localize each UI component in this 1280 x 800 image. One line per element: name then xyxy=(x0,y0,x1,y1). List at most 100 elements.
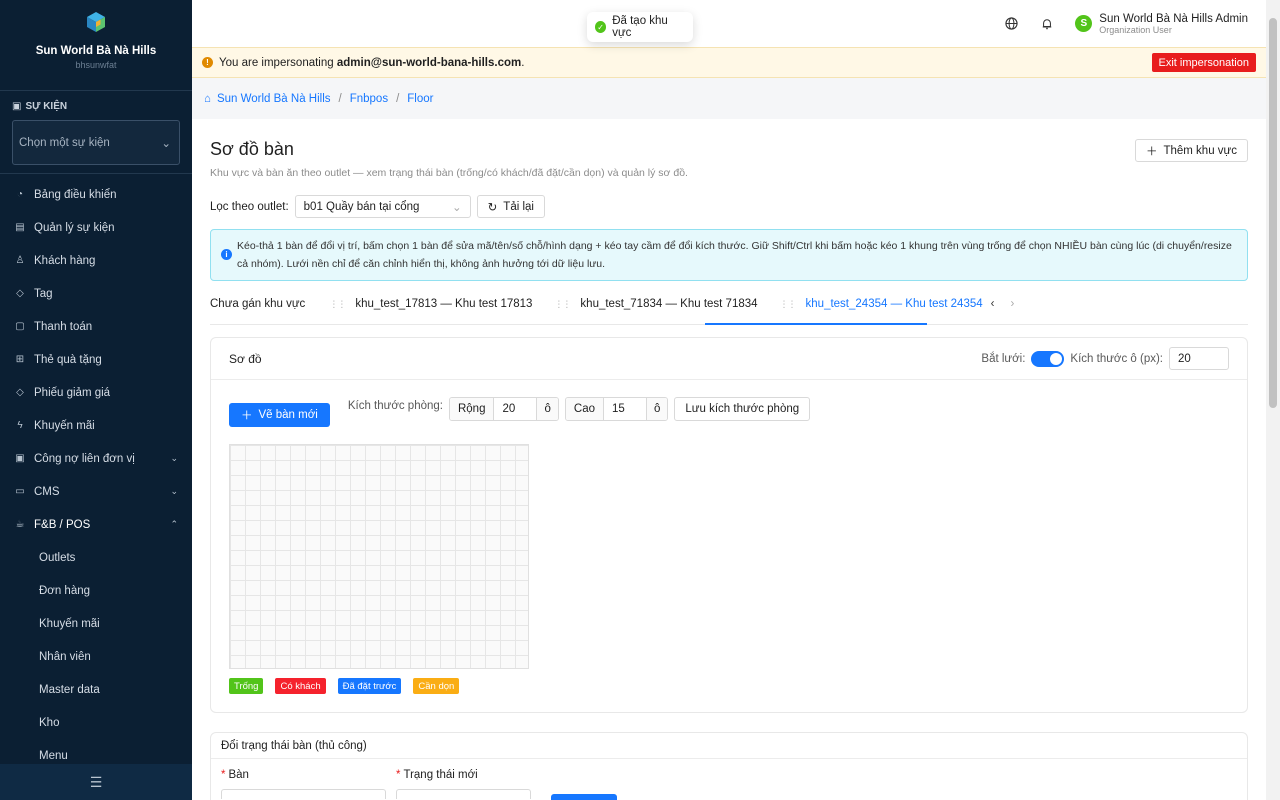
home-icon[interactable]: ⌂ xyxy=(204,93,211,105)
main-area: S Sun World Bà Nà Hills Admin Organizati… xyxy=(192,0,1266,800)
sidebar-item-debts[interactable]: ▣ Công nợ liên đơn vị ⌄ xyxy=(0,442,192,475)
status-legend: Trống Có khách Đã đặt trước Cần dọn xyxy=(229,678,460,694)
chevron-down-icon: ⌄ xyxy=(161,137,171,150)
info-icon: i xyxy=(221,249,232,260)
scrollbar-thumb[interactable] xyxy=(1269,18,1277,408)
tab-unassigned[interactable]: Chưa gán khu vực xyxy=(210,295,305,310)
user-name: Sun World Bà Nà Hills Admin xyxy=(1099,12,1248,25)
sidebar-item-label: Bảng điều khiển xyxy=(34,188,117,201)
diagram-settings: Bắt lưới: Kích thước ô (px): 20 xyxy=(981,347,1229,370)
table-select[interactable] xyxy=(221,789,386,799)
tab-khu-test-71834[interactable]: ⋮⋮ khu_test_71834 — Khu test 71834 xyxy=(554,295,757,310)
chevron-down-icon: ⌄ xyxy=(170,486,178,496)
table-field: * Bàn xyxy=(221,769,396,800)
drag-handle-icon[interactable]: ⋮⋮ xyxy=(780,299,797,310)
sidebar-item-promotions[interactable]: ϟ Khuyến mãi xyxy=(0,409,192,442)
exit-impersonation-button[interactable]: Exit impersonation xyxy=(1151,53,1256,72)
sidebar-nav: ◔ Bảng điều khiển ▤ Quản lý sự kiện ♙ Khách… xyxy=(0,174,192,772)
sidebar-item-dashboard[interactable]: ◔ Bảng điều khiển xyxy=(0,178,192,211)
breadcrumb-separator: / xyxy=(396,92,400,105)
room-width-input[interactable]: Rộng 20 ô xyxy=(448,397,559,421)
chevron-right-icon[interactable]: › xyxy=(1010,298,1014,310)
legend-cleaning: Cần dọn xyxy=(413,678,460,694)
sidebar-item-customers[interactable]: ♙ Khách hàng xyxy=(0,244,192,277)
draw-table-button[interactable]: ＋ Vẽ bàn mới xyxy=(229,403,330,427)
sidebar-item-events[interactable]: ▤ Quản lý sự kiện xyxy=(0,211,192,244)
sidebar-subitem-orders[interactable]: Đơn hàng xyxy=(0,574,192,607)
drag-handle-icon[interactable]: ⋮⋮ xyxy=(329,299,346,310)
brand-logo-icon xyxy=(87,12,105,32)
drag-handle-icon[interactable]: ⋮⋮ xyxy=(554,299,571,310)
success-toast: ✓ Đã tạo khu vực xyxy=(587,12,693,42)
tab-label: Chưa gán khu vực xyxy=(210,298,306,310)
page-subtitle: Khu vực và bàn ăn theo outlet — xem trạn… xyxy=(210,167,688,179)
status-form-row: * Bàn * Trạng thái mới xyxy=(211,759,1247,800)
status-form-title: Đổi trạng thái bàn (thủ công) xyxy=(211,733,1247,759)
cell-size-label: Kích thước ô (px): xyxy=(1070,352,1163,365)
chevron-left-icon[interactable]: ‹ xyxy=(991,298,995,310)
status-select[interactable] xyxy=(396,789,531,799)
sidebar-item-fnb-pos[interactable]: ☕ F&B / POS ⌃ xyxy=(0,508,192,541)
sidebar-subitem-staff[interactable]: Nhân viên xyxy=(0,640,192,673)
required-mark: * xyxy=(221,769,226,781)
diagram-card: Sơ đồ Bắt lưới: Kích thước ô (px): 20 ＋ … xyxy=(210,337,1248,713)
tag-icon: ◇ xyxy=(16,288,24,299)
avatar: S xyxy=(1075,15,1093,32)
draw-table-label: Vẽ bàn mới xyxy=(258,409,318,421)
status-form-card: Đổi trạng thái bàn (thủ công) * Bàn * Trạn… xyxy=(210,732,1248,800)
add-area-button[interactable]: ＋ Thêm khu vực xyxy=(1134,139,1248,162)
outlet-select[interactable]: b01 Quầy bán tại cổng ⌄ xyxy=(294,195,471,218)
users-icon: ♙ xyxy=(15,255,25,266)
chevron-down-icon: ⌄ xyxy=(452,201,462,214)
chevron-up-icon: ⌃ xyxy=(170,519,178,529)
sidebar-item-cms[interactable]: ▭ CMS ⌄ xyxy=(0,475,192,508)
room-size-label: Kích thước phòng: xyxy=(347,400,443,412)
event-select[interactable]: Chọn một sự kiện ⌄ xyxy=(12,120,180,165)
legend-empty: Trống xyxy=(229,678,264,694)
sidebar-subitem-master-data[interactable]: Master data xyxy=(0,673,192,706)
sidebar-item-label: Quản lý sự kiện xyxy=(34,221,115,234)
diagram-toolbar: ＋ Vẽ bàn mới Kích thước phòng: Rộng 20 ô… xyxy=(211,380,1247,427)
save-room-size-button[interactable]: Lưu kích thước phòng xyxy=(674,397,811,421)
globe-icon[interactable] xyxy=(1003,16,1019,32)
user-menu[interactable]: S Sun World Bà Nà Hills Admin Organizati… xyxy=(1075,13,1248,35)
room-height-label: Cao xyxy=(565,398,604,420)
impersonation-banner: ! You are impersonating admin@sun-world-… xyxy=(192,47,1266,78)
room-width-value[interactable]: 20 xyxy=(494,398,536,420)
add-area-label: Thêm khu vực xyxy=(1163,144,1237,157)
cms-icon: ▭ xyxy=(15,486,25,497)
tab-label: khu_test_71834 — Khu test 71834 xyxy=(580,298,758,310)
sidebar-item-label: Tag xyxy=(34,287,53,300)
sidebar-collapse-button[interactable]: ☰ xyxy=(0,764,192,800)
sidebar-item-label: F&B / POS xyxy=(34,518,91,531)
active-tab-indicator xyxy=(705,323,927,325)
submit-status-button[interactable] xyxy=(551,794,617,800)
breadcrumb-item-org[interactable]: Sun World Bà Nà Hills xyxy=(217,93,331,105)
tab-khu-test-17813[interactable]: ⋮⋮ khu_test_17813 — Khu test 17813 xyxy=(329,295,532,310)
breadcrumb-item-fnbpos[interactable]: Fnbpos xyxy=(350,93,388,105)
cell-size-input[interactable]: 20 xyxy=(1169,347,1229,370)
snap-toggle[interactable] xyxy=(1031,350,1065,367)
sidebar-subitem-outlets[interactable]: Outlets xyxy=(0,541,192,574)
page-title: Sơ đồ bàn xyxy=(210,139,294,159)
sidebar-item-gift-cards[interactable]: ⊞ Thẻ quà tặng xyxy=(0,343,192,376)
sidebar-item-label: Thẻ quà tặng xyxy=(34,353,102,366)
sidebar-subitem-inventory[interactable]: Kho xyxy=(0,706,192,739)
area-tabs: Chưa gán khu vực ⋮⋮ khu_test_17813 — Khu… xyxy=(210,295,1248,325)
reload-icon: ↻ xyxy=(487,201,498,214)
calendar-icon: ▣ xyxy=(12,101,22,112)
page-scrollbar[interactable] xyxy=(1266,0,1280,800)
reload-button[interactable]: ↻ Tải lại xyxy=(476,195,545,218)
bell-icon[interactable] xyxy=(1039,16,1055,32)
sidebar-item-payments[interactable]: ▢ Thanh toán xyxy=(0,310,192,343)
sidebar-item-coupons[interactable]: ◇ Phiếu giảm giá xyxy=(0,376,192,409)
room-height-input[interactable]: Cao 15 ô xyxy=(564,397,669,421)
floor-plan-canvas[interactable] xyxy=(229,444,529,669)
sidebar-item-tag[interactable]: ◇ Tag xyxy=(0,277,192,310)
sidebar-item-label: Phiếu giảm giá xyxy=(34,386,111,399)
required-mark: * xyxy=(396,769,401,781)
room-height-value[interactable]: 15 xyxy=(604,398,646,420)
breadcrumb-item-floor[interactable]: Floor xyxy=(407,93,433,105)
sidebar-subitem-promotions[interactable]: Khuyến mãi xyxy=(0,607,192,640)
tab-khu-test-24354[interactable]: ⋮⋮ khu_test_24354 — Khu test 24354 ‹ › xyxy=(780,295,1015,310)
